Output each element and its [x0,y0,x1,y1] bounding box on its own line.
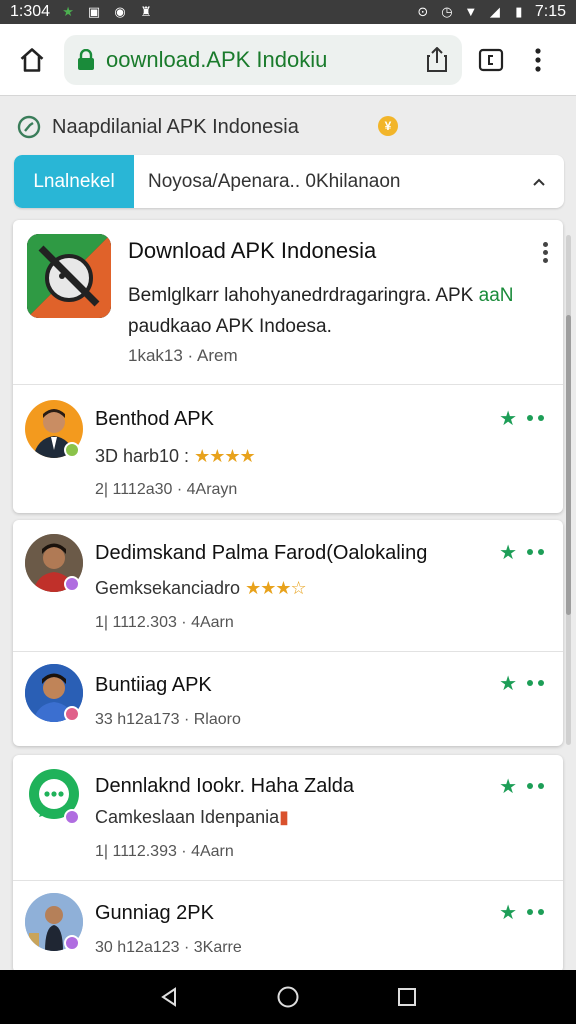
verified-badge-icon [64,442,80,458]
location-icon: ⊙ [417,4,429,19]
back-button[interactable] [149,977,189,1017]
favorite-star-icon[interactable]: ★ [499,774,517,799]
overflow-menu-icon [535,47,541,72]
share-button[interactable] [424,46,450,73]
alarm-icon: ◷ [441,4,453,19]
gallery-notification-icon: ▣ [87,4,101,19]
featured-desc-line2: paudkaao APK Indoesa. [128,316,332,337]
recents-square-icon [397,988,416,1006]
rating-stars: ★★★☆ [245,578,307,598]
system-navigation-bar [0,970,576,1024]
app-title: Gunniag 2PK [95,902,214,924]
app-meta: 33 h12a173 · Rlaoro [95,711,241,728]
favorite-star-icon[interactable]: ★ [499,671,517,696]
app-meta: 2| 1112a30 · 4Arayn [95,481,238,498]
featured-description: Bemlglkarr lahohyanedrdragaringra. APK a… [128,280,548,342]
featured-title: Download APK Indonesia [128,238,377,263]
site-title: Naapdilanial APK Indonesia [52,115,299,138]
divider [13,880,563,881]
app-subtitle: Gemksekanciadro ★★★☆ [95,578,307,599]
app-rating: 3D harb10 : ★★★★ [95,446,256,467]
url-text: oownload.APK Indokiu [106,46,328,72]
tabs-button[interactable] [476,45,506,75]
more-options-button[interactable] [527,679,547,687]
battery-icon: ▮ [515,4,523,19]
rating-stars: ★★★★ [194,446,256,466]
address-bar[interactable]: oownload.APK Indokiu [64,34,462,85]
home-icon [20,47,44,72]
browser-toolbar: oownload.APK Indokiu [0,24,576,96]
app-list-card: Dennlaknd Iookr. Haha Zalda Camkeslaan I… [13,755,563,973]
app-list-card: Dedimskand Palma Farod(Oalokaling Gemkse… [13,520,563,746]
divider [13,651,563,652]
app-subtitle: Camkeslaan Idenpania▮ [95,807,289,828]
share-icon [427,46,447,72]
home-nav-button[interactable] [268,977,308,1017]
app-meta: 1| 1112.303 · 4Aarn [95,614,234,631]
filter-text: Noyosa/Apenara.. 0Khilanaon [148,170,401,192]
divider [13,384,563,385]
featured-meta: 1kak13 · Arem [128,346,238,365]
favorite-star-icon[interactable]: ★ [499,900,517,925]
app-title: Benthod APK [95,408,214,430]
home-circle-icon [277,986,299,1008]
featured-menu-button[interactable] [541,240,549,264]
app-meta: 30 h12a123 · 3Karre [95,939,242,956]
verified-badge-icon [64,706,80,722]
subtitle-text: Camkeslaan Idenpania [95,807,280,827]
status-bar: 1:304 ★ ▣ ◉ ♜ ⊙ ◷ ▼ ◢ ▮ 7:15 [0,0,576,24]
app-notification-icon: ♜ [140,4,152,19]
back-triangle-icon [161,987,177,1007]
recents-button[interactable] [387,977,427,1017]
verified-badge-icon [64,576,80,592]
featured-desc-highlight: aaN [478,285,514,306]
more-options-button[interactable] [527,414,547,422]
category-filter[interactable]: Lnalnekel Noyosa/Apenara.. 0Khilanaon [14,155,564,208]
verified-badge-icon [64,935,80,951]
site-logo-icon [17,115,41,139]
home-button[interactable] [10,38,54,82]
tabs-icon [478,48,504,71]
lock-icon [78,48,94,70]
category-chip[interactable]: Lnalnekel [14,155,134,208]
more-options-button[interactable] [527,908,547,916]
chevron-up-icon[interactable] [532,177,546,187]
coin-icon[interactable]: ¥ [378,116,398,136]
wifi-icon: ▼ [464,4,478,19]
status-time-left: 1:304 [10,3,51,20]
scrollbar-thumb[interactable] [566,315,571,615]
more-options-button[interactable] [527,548,547,556]
featured-desc-line1: Bemlglkarr lahohyanedrdragaringra. APK [128,285,474,306]
trending-icon: ▮ [279,807,290,827]
featured-card[interactable]: Download APK Indonesia Bemlglkarr lahohy… [13,220,563,513]
scrollbar[interactable] [566,235,571,745]
status-time-right: 7:15 [534,3,566,20]
sync-notification-icon: ◉ [114,4,126,19]
more-options-button[interactable] [527,782,547,790]
favorite-star-icon[interactable]: ★ [499,540,517,565]
browser-menu-button[interactable] [528,45,548,75]
app-icon [27,234,111,318]
rating-text: 3D harb10 : [95,446,190,466]
signal-icon: ◢ [489,4,500,19]
app-title: Dedimskand Palma Farod(Oalokaling [95,542,428,564]
favorite-star-icon[interactable]: ★ [499,406,517,431]
app-title: Buntiiag APK [95,674,212,696]
app-title: Dennlaknd Iookr. Haha Zalda [95,775,355,797]
app-meta: 1| 1112.393 · 4Aarn [95,843,234,860]
site-header: Naapdilanial APK Indonesia [16,110,416,144]
star-notification-icon: ★ [62,4,74,19]
subtitle-text: Gemksekanciadro [95,578,241,598]
verified-badge-icon [64,809,80,825]
